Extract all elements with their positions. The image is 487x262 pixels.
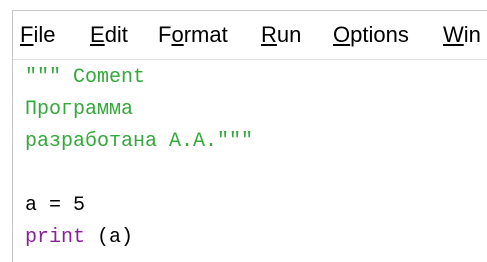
idle-editor-window: File Edit Format Run Options Win """ Com… [12,10,487,262]
code-line-3[interactable]: разработана А.А.""" [25,130,253,154]
code-line-2[interactable]: Программа [25,98,133,122]
menu-edit-mnemonic: E [90,22,105,47]
code-editor[interactable]: """ Coment Программа разработана А.А."""… [13,60,487,262]
menu-edit[interactable]: Edit [90,22,128,48]
menu-file-mnemonic: F [20,22,34,47]
menu-format-mnemonic: o [171,22,184,47]
menu-options-mnemonic: O [333,22,351,47]
menu-window-mnemonic: W [443,22,464,47]
menu-run[interactable]: Run [261,22,301,48]
menu-format-pre: F [158,22,172,47]
menu-file-label: ile [33,22,56,47]
menu-run-mnemonic: R [261,22,277,47]
print-args: (a) [85,226,134,249]
menu-file[interactable]: File [20,22,55,48]
menu-window-label: in [463,22,481,47]
menu-bar: File Edit Format Run Options Win [13,11,487,58]
code-line-5[interactable]: a = 5 [25,194,85,218]
code-line-6[interactable]: print (a) [25,226,133,250]
menu-options[interactable]: Options [333,22,409,48]
print-keyword: print [25,226,86,249]
menu-window[interactable]: Win [443,22,481,48]
menu-run-label: un [276,22,302,47]
menu-options-label: ptions [350,22,409,47]
menu-edit-label: dit [104,22,128,47]
code-line-1[interactable]: """ Coment [25,66,145,90]
menu-format-label: rmat [183,22,228,47]
menu-format[interactable]: Format [158,22,228,48]
